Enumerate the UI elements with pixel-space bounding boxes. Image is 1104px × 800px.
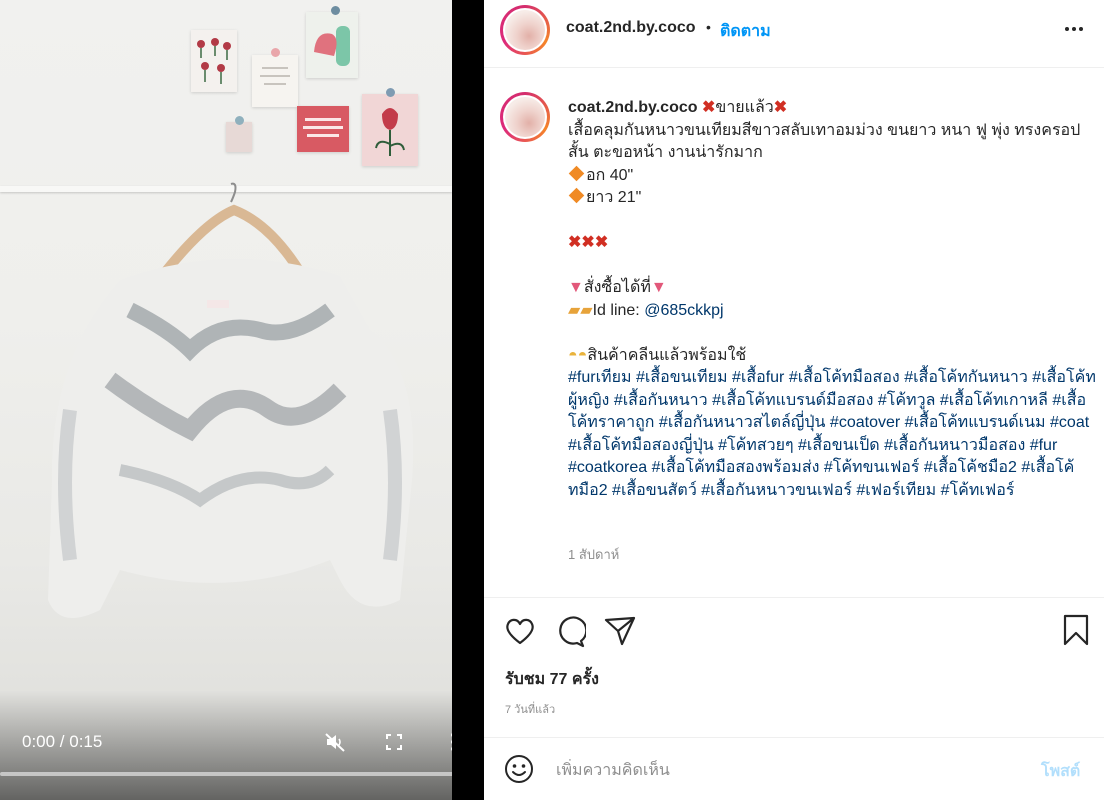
divider <box>484 737 1104 738</box>
wall-postcard-note <box>252 55 298 107</box>
hashtags[interactable]: #furเทียม #เสื้อขนเทียม #เสื้อfur #เสื้อ… <box>568 367 1098 502</box>
line-prefix: Id line: <box>592 301 645 319</box>
post-caption: coat.2nd.by.coco ✖ขายแล้ว✖ เสื้อคลุมกันห… <box>568 97 1098 502</box>
comment-icon[interactable] <box>554 616 586 648</box>
cake-icon: ▰▰ <box>568 301 593 319</box>
wall-pin <box>386 88 395 97</box>
post-comment-button[interactable]: โพสต์ <box>1041 759 1080 784</box>
video-player[interactable]: 0:00 / 0:15 <box>0 0 452 800</box>
fur-coat-image <box>48 182 414 618</box>
comment-input[interactable] <box>556 759 996 783</box>
heart-icon[interactable] <box>504 616 536 646</box>
wall-pin <box>271 48 280 57</box>
divider <box>484 597 1104 598</box>
wall-postcard-small <box>226 122 252 152</box>
header-username[interactable]: coat.2nd.by.coco <box>566 19 696 37</box>
caption-time: 1 สัปดาห์ <box>568 547 620 562</box>
post-date: 7 วันที่แล้ว <box>505 704 556 716</box>
cross-mark-icon: ✖✖✖ <box>568 234 609 251</box>
bookmark-icon[interactable] <box>1062 614 1090 646</box>
cupcake-icon: ▼ <box>568 279 584 296</box>
orange-diamond-icon <box>568 187 585 204</box>
follow-button[interactable]: ติดตาม <box>720 19 771 44</box>
clean-label: สินค้าคลีนแล้วพร้อมใช้ <box>587 346 747 364</box>
wall-postcard-red <box>297 106 349 152</box>
caption-chest: อก 40" <box>586 166 634 184</box>
cross-mark-icon: ✖ <box>773 99 788 116</box>
avatar[interactable] <box>500 5 550 55</box>
caption-avatar[interactable] <box>500 92 550 142</box>
wall-postcard-tulips <box>191 30 237 92</box>
cupcake-icon: ▼ <box>650 279 667 296</box>
caption-description: เสื้อคลุมกันหนาวขนเทียมสีขาวสลับเทาอมม่ว… <box>568 121 1081 162</box>
wall-pin <box>235 116 244 125</box>
caption-length: ยาว 21" <box>586 189 642 206</box>
wall-postcard-tulip <box>362 94 418 166</box>
video-time: 0:00 / 0:15 <box>22 732 103 751</box>
post-panel: coat.2nd.by.coco • ติดตาม coat.2nd.by.co… <box>484 0 1104 800</box>
cross-mark-icon: ✖ <box>701 99 716 116</box>
more-horizontal-icon[interactable] <box>1064 26 1084 32</box>
wall-pin <box>331 6 340 15</box>
video-progress-bar[interactable] <box>0 772 452 776</box>
mute-icon[interactable] <box>324 731 346 753</box>
line-id-link[interactable]: @685ckkpj <box>644 302 723 319</box>
header-separator-dot: • <box>706 19 711 35</box>
dumpling-icon: ◓◓ <box>568 346 588 364</box>
order-label: สั่งซื้อได้ที่ <box>583 279 651 296</box>
sold-label: ขายแล้ว <box>715 99 774 116</box>
view-count[interactable]: รับชม 77 ครั้ง <box>505 667 599 692</box>
fullscreen-icon[interactable] <box>385 733 403 751</box>
share-icon[interactable] <box>604 616 636 646</box>
caption-username[interactable]: coat.2nd.by.coco <box>568 99 698 116</box>
media-letterbox <box>452 0 484 800</box>
post-header: coat.2nd.by.coco • ติดตาม <box>484 0 1104 68</box>
wall-postcard-pink <box>306 12 358 78</box>
emoji-icon[interactable] <box>504 754 534 784</box>
orange-diamond-icon <box>568 165 585 181</box>
